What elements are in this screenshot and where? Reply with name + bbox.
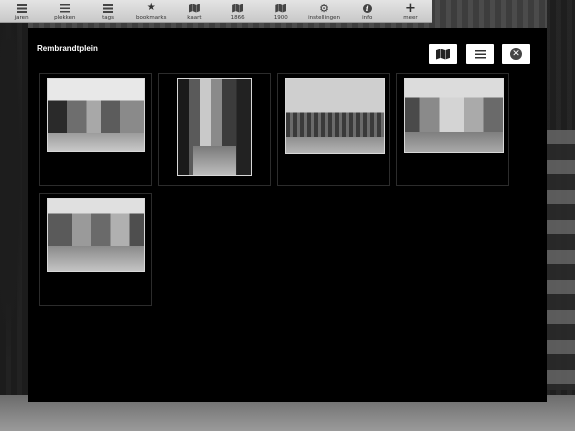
- photo-image: [177, 78, 252, 176]
- toolbar-label: meer: [403, 15, 418, 21]
- toolbar-item-bookmarks[interactable]: ★ bookmarks: [130, 0, 173, 22]
- plus-icon: +: [404, 0, 416, 16]
- map-view-button[interactable]: [429, 44, 457, 64]
- background-building: [547, 130, 575, 390]
- map-icon: [275, 2, 287, 14]
- toolbar-item-jaren[interactable]: jaren: [0, 0, 43, 22]
- top-toolbar: jaren plekken tags ★ bookmarks kaart 186…: [0, 0, 432, 23]
- photo-thumbnail[interactable]: [39, 73, 152, 186]
- list-icon: [474, 49, 486, 59]
- toolbar-label: tags: [102, 15, 114, 21]
- toolbar-item-plekken[interactable]: plekken: [43, 0, 86, 22]
- toolbar-item-kaart[interactable]: kaart: [173, 0, 216, 22]
- toolbar-item-info[interactable]: i info: [346, 0, 389, 22]
- photo-image: [285, 78, 385, 154]
- toolbar-item-1900[interactable]: 1900: [259, 0, 302, 22]
- close-icon: ✕: [510, 48, 522, 60]
- list-view-button[interactable]: [466, 44, 494, 64]
- toolbar-label: kaart: [187, 15, 202, 21]
- toolbar-label: 1866: [230, 15, 245, 21]
- map-icon: [436, 48, 450, 60]
- toolbar-item-1866[interactable]: 1866: [216, 0, 259, 22]
- photo-thumbnail[interactable]: [277, 73, 390, 186]
- photo-image: [404, 78, 504, 153]
- list-icon: [102, 2, 114, 14]
- panel-title: Rembrandtplein: [37, 44, 98, 53]
- list-icon: [59, 2, 71, 14]
- star-icon: ★: [146, 2, 156, 13]
- info-icon: i: [361, 2, 373, 14]
- background-tree: [0, 20, 28, 400]
- toolbar-label: jaren: [14, 15, 29, 21]
- toolbar-label: bookmarks: [135, 15, 167, 21]
- photo-image: [47, 78, 145, 152]
- photo-image: [47, 198, 145, 272]
- toolbar-label: plekken: [54, 15, 76, 21]
- toolbar-item-meer[interactable]: + meer: [389, 0, 432, 22]
- photo-thumbnail[interactable]: [158, 73, 271, 186]
- toolbar-item-tags[interactable]: tags: [86, 0, 129, 22]
- toolbar-label: 1900: [273, 15, 288, 21]
- photo-thumbnail[interactable]: [396, 73, 509, 186]
- close-button[interactable]: ✕: [502, 44, 530, 64]
- photo-thumbnail[interactable]: [39, 193, 152, 306]
- location-photos-panel: Rembrandtplein ✕: [28, 28, 547, 402]
- map-icon: [188, 2, 200, 14]
- gear-icon: ⚙: [319, 1, 329, 15]
- list-icon: [16, 2, 28, 14]
- map-icon: [232, 2, 244, 14]
- toolbar-label: info: [362, 15, 373, 21]
- toolbar-item-instellingen[interactable]: ⚙ instellingen: [302, 0, 345, 22]
- toolbar-label: instellingen: [308, 15, 340, 21]
